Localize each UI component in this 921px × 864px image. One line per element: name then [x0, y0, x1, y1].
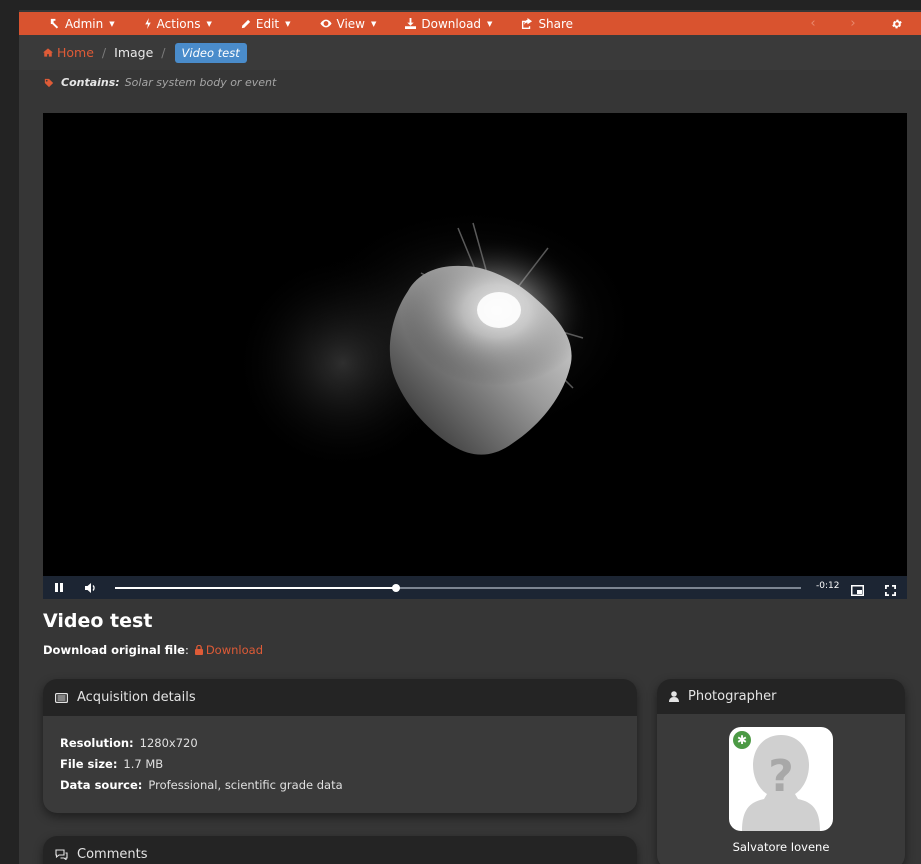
photographer-panel: Photographer ? ✱ Salvatore Iovene: [657, 679, 905, 864]
download-original-link-label: Download: [205, 643, 263, 657]
toolbar-right: ‹ ›: [793, 12, 921, 35]
share-button[interactable]: Share: [492, 17, 573, 31]
download-menu-label: Download: [421, 16, 482, 31]
hammer-icon: [50, 18, 59, 29]
seek-bar-played: [115, 587, 397, 589]
pencil-icon: [241, 19, 251, 28]
fullscreen-icon: [885, 585, 896, 596]
svg-text:?: ?: [768, 751, 794, 802]
comments-panel: Comments: [43, 836, 637, 864]
seek-bar[interactable]: [115, 584, 801, 592]
actions-menu-label: Actions: [156, 16, 201, 31]
share-label: Share: [538, 16, 574, 31]
resolution-label: Resolution:: [60, 736, 134, 750]
previous-image-button[interactable]: ‹: [793, 16, 833, 31]
mute-button[interactable]: [75, 582, 107, 593]
list-icon: [55, 692, 68, 703]
pause-button[interactable]: [43, 583, 75, 592]
contains-line: Contains: Solar system body or event: [44, 76, 276, 89]
video-player[interactable]: -0:12: [43, 113, 907, 599]
fullscreen-button[interactable]: [885, 581, 896, 599]
view-menu-label: View: [336, 16, 365, 31]
file-size-value: 1.7 MB: [123, 757, 164, 771]
download-original-colon: :: [184, 643, 189, 657]
acquisition-details-panel: Acquisition details Resolution: 1280x720 …: [43, 679, 637, 813]
pause-icon: [55, 583, 63, 592]
comments-header: Comments: [43, 836, 637, 864]
resolution-value: 1280x720: [139, 736, 198, 750]
contains-label: Contains:: [61, 76, 120, 89]
video-frame: [233, 203, 643, 473]
breadcrumb-current: Video test: [174, 42, 247, 63]
view-menu-button[interactable]: View ▼: [291, 16, 376, 31]
photographer-header: Photographer: [657, 679, 905, 714]
comments-title: Comments: [77, 847, 148, 862]
download-original-label: Download original file: [43, 643, 185, 657]
share-icon: [522, 18, 533, 29]
avatar[interactable]: ? ✱: [729, 727, 833, 831]
picture-in-picture-button[interactable]: [851, 581, 864, 599]
acquisition-details-body: Resolution: 1280x720 File size: 1.7 MB Dat…: [43, 716, 637, 796]
next-image-button[interactable]: ›: [833, 16, 873, 31]
download-original-line: Download original file: Download: [43, 643, 263, 657]
data-source-row: Data source: Professional, scientific gra…: [60, 775, 637, 796]
breadcrumb-home-label: Home: [57, 45, 94, 60]
download-menu-button[interactable]: Download ▼: [376, 17, 492, 31]
breadcrumb: Home / Image / Video test: [19, 35, 921, 70]
video-controls: -0:12: [43, 576, 907, 599]
edit-menu-button[interactable]: Edit ▼: [212, 17, 291, 31]
admin-menu-button[interactable]: Admin ▼: [19, 17, 115, 31]
breadcrumb-separator: /: [161, 45, 166, 60]
download-original-link[interactable]: Download: [194, 643, 263, 657]
edit-menu-label: Edit: [255, 16, 280, 31]
file-size-row: File size: 1.7 MB: [60, 754, 637, 775]
photographer-name[interactable]: Salvatore Iovene: [657, 840, 905, 854]
home-icon: [43, 48, 53, 57]
bolt-icon: [144, 18, 151, 29]
contains-value[interactable]: Solar system body or event: [125, 76, 277, 89]
top-toolbar: Admin ▼ Actions ▼ Edit ▼ View ▼ Download ▼ Sh…: [19, 12, 921, 35]
picture-in-picture-icon: [851, 585, 864, 596]
download-icon: [405, 18, 417, 29]
time-remaining: -0:12: [816, 581, 840, 591]
lock-icon: [194, 645, 203, 655]
breadcrumb-home[interactable]: Home: [43, 45, 94, 60]
star-badge-icon: ✱: [733, 731, 751, 749]
tag-icon: [44, 78, 54, 87]
file-size-label: File size:: [60, 757, 118, 771]
volume-icon: [85, 582, 95, 593]
breadcrumb-separator: /: [101, 45, 107, 60]
image-title: Video test: [43, 610, 153, 632]
comments-icon: [55, 849, 68, 860]
seek-handle[interactable]: [392, 584, 401, 592]
acquisition-details-title: Acquisition details: [77, 690, 196, 705]
sunlit-core: [477, 292, 521, 328]
breadcrumb-image[interactable]: Image: [114, 45, 153, 60]
data-source-value: Professional, scientific grade data: [148, 778, 343, 792]
eye-icon: [319, 19, 332, 28]
settings-button[interactable]: [873, 18, 921, 30]
photographer-title: Photographer: [688, 689, 777, 704]
acquisition-details-header: Acquisition details: [43, 679, 637, 716]
user-icon: [669, 691, 679, 702]
admin-menu-label: Admin: [65, 16, 104, 31]
actions-menu-button[interactable]: Actions ▼: [115, 17, 212, 31]
resolution-row: Resolution: 1280x720: [60, 733, 637, 754]
data-source-label: Data source:: [60, 778, 143, 792]
gear-icon: [892, 19, 902, 28]
